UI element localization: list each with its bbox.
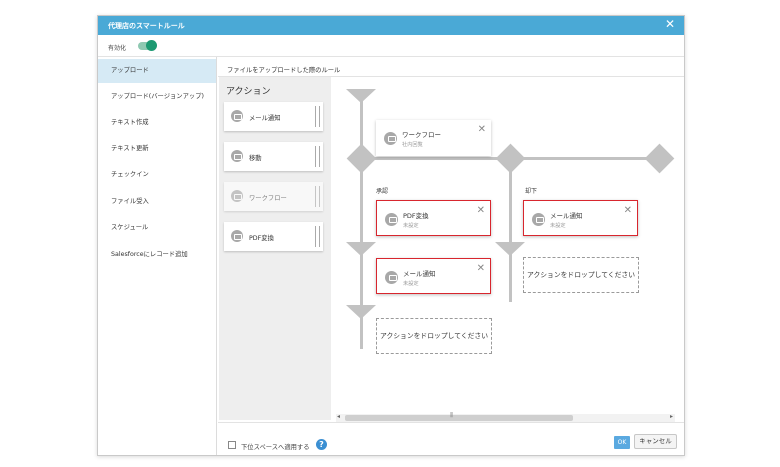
pdf-icon — [385, 213, 398, 226]
sidebar-item-upload-version[interactable]: アップロード(バージョンアップ) — [98, 85, 216, 109]
flow-arrow — [346, 242, 376, 256]
branch-diamond — [495, 143, 526, 174]
palette-item-label: ワークフロー — [249, 195, 287, 202]
node-title: PDF変換 — [403, 212, 429, 220]
close-icon[interactable]: ✕ — [624, 205, 632, 216]
mail-icon — [385, 271, 398, 284]
branch-diamond — [346, 143, 377, 174]
mail-node-approve[interactable]: メール通知 未設定 ✕ — [376, 258, 491, 294]
node-subtitle: 未設定 — [403, 281, 419, 287]
scrollbar-thumb[interactable] — [345, 412, 573, 421]
sidebar-item-salesforce[interactable]: Salesforceにレコード追加 — [98, 243, 216, 267]
pdf-node[interactable]: PDF変換 未設定 ✕ — [376, 200, 491, 236]
mail-icon — [532, 213, 545, 226]
divider — [218, 422, 684, 423]
enable-row: 有効化 — [98, 35, 684, 57]
toggle-knob — [146, 40, 157, 51]
dialog-titlebar: 代理店のスマートルール ✕ — [98, 16, 684, 35]
sidebar-item-text-update[interactable]: テキスト更新 — [98, 137, 216, 161]
smart-rule-dialog: 代理店のスマートルール ✕ 有効化 アップロード アップロード(バージョンアップ… — [97, 15, 685, 456]
horizontal-scrollbar[interactable]: ◂ ▸ — [336, 412, 675, 422]
mail-node-reject[interactable]: メール通知 未設定 ✕ — [523, 200, 638, 236]
node-subtitle: 未設定 — [403, 223, 419, 229]
sidebar-item-text-create[interactable]: テキスト作成 — [98, 111, 216, 135]
drag-handle-icon — [315, 186, 320, 207]
sidebar-item-schedule[interactable]: スケジュール — [98, 216, 216, 240]
palette-item-move[interactable]: 移動 — [224, 142, 323, 171]
enable-toggle[interactable] — [138, 40, 157, 51]
sidebar-item-file-receive[interactable]: ファイル受入 — [98, 190, 216, 214]
mail-icon — [231, 110, 243, 122]
drag-handle-icon[interactable] — [315, 106, 320, 127]
trigger-sidebar: アップロード アップロード(バージョンアップ) テキスト作成 テキスト更新 チェ… — [98, 57, 217, 455]
workflow-icon — [384, 132, 397, 145]
drop-zone-approve[interactable]: アクションをドロップしてください — [376, 318, 492, 354]
workflow-icon — [231, 190, 243, 202]
branch-label-reject: 却下 — [525, 188, 538, 195]
action-palette: アクション メール通知 移動 ワークフロー PDF変換 — [219, 77, 331, 420]
apply-subspace-checkbox[interactable] — [228, 441, 236, 449]
cancel-button[interactable]: キャンセル — [634, 434, 677, 449]
close-icon[interactable]: ✕ — [478, 124, 486, 135]
sidebar-item-upload[interactable]: アップロード — [98, 59, 216, 83]
drag-handle-icon[interactable] — [315, 146, 320, 167]
enable-label: 有効化 — [108, 45, 127, 52]
palette-item-workflow: ワークフロー — [224, 182, 323, 211]
workflow-node[interactable]: ワークフロー 社内回覧 ✕ — [376, 120, 491, 156]
node-title: メール通知 — [550, 212, 583, 220]
node-title: メール通知 — [403, 270, 436, 278]
branch-diamond — [644, 143, 675, 174]
close-icon[interactable]: ✕ — [477, 205, 485, 216]
help-icon[interactable]: ? — [316, 439, 327, 450]
move-icon — [231, 150, 243, 162]
pdf-icon — [231, 230, 243, 242]
flow-line — [509, 157, 512, 302]
apply-subspace-label: 下位スペースへ適用する — [241, 444, 310, 451]
branch-label-approve: 承認 — [376, 188, 389, 195]
palette-item-label: メール通知 — [249, 115, 281, 122]
palette-item-pdf[interactable]: PDF変換 — [224, 222, 323, 251]
node-subtitle: 社内回覧 — [402, 142, 423, 148]
drop-zone-reject[interactable]: アクションをドロップしてください — [523, 257, 639, 293]
dialog-title: 代理店のスマートルール — [108, 22, 185, 30]
palette-item-label: 移動 — [249, 155, 262, 162]
palette-item-mail[interactable]: メール通知 — [224, 102, 323, 131]
ok-button[interactable]: OK — [614, 436, 630, 449]
close-icon[interactable]: ✕ — [665, 17, 675, 31]
node-title: ワークフロー — [402, 131, 441, 139]
palette-title: アクション — [226, 87, 271, 97]
palette-item-label: PDF変換 — [249, 235, 274, 242]
flow-arrow — [346, 305, 376, 319]
flow-arrow — [346, 89, 376, 103]
rule-header: ファイルをアップロードした際のルール — [227, 67, 341, 74]
flow-canvas: 承認 却下 ワークフロー 社内回覧 ✕ PDF変換 未設定 ✕ メール通知 未設… — [332, 77, 683, 420]
flow-arrow — [495, 242, 525, 256]
scroll-right-icon[interactable]: ▸ — [670, 413, 673, 420]
sidebar-item-checkin[interactable]: チェックイン — [98, 163, 216, 187]
drag-handle-icon[interactable] — [315, 226, 320, 247]
node-subtitle: 未設定 — [550, 223, 566, 229]
close-icon[interactable]: ✕ — [477, 263, 485, 274]
scroll-left-icon[interactable]: ◂ — [337, 413, 340, 420]
